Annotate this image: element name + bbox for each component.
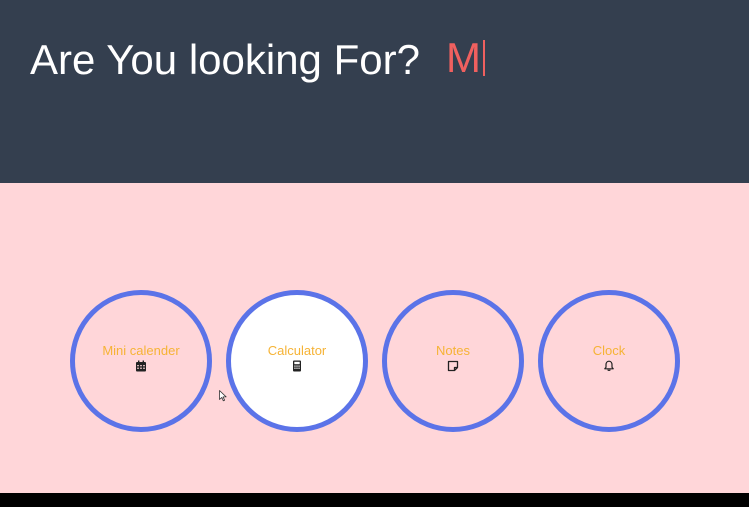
bottom-bar [0,493,749,507]
sticky-note-icon [447,360,459,372]
app-notes-button[interactable]: Notes [382,290,524,432]
text-cursor [483,40,485,76]
header: Are You looking For? M [0,0,749,183]
page: Are You looking For? M Mini calender Cal… [0,0,749,507]
search-typed-text[interactable]: M [446,32,485,84]
bell-icon [604,360,614,371]
page-title: Are You looking For? [30,36,420,83]
app-label: Notes [436,343,470,358]
mouse-pointer-icon [219,390,227,402]
app-calculator-button[interactable]: Calculator [226,290,368,432]
app-label: Calculator [267,343,327,358]
app-label: Clock [592,343,626,358]
typed-text: M [446,34,481,81]
app-label: Mini calender [102,343,180,358]
app-clock-button[interactable]: Clock [538,290,680,432]
app-mini-calender-button[interactable]: Mini calender [70,290,212,432]
app-launcher: Mini calender Calculator Notes Clock [0,183,749,493]
calendar-icon [136,360,146,372]
calculator-icon [293,360,301,372]
